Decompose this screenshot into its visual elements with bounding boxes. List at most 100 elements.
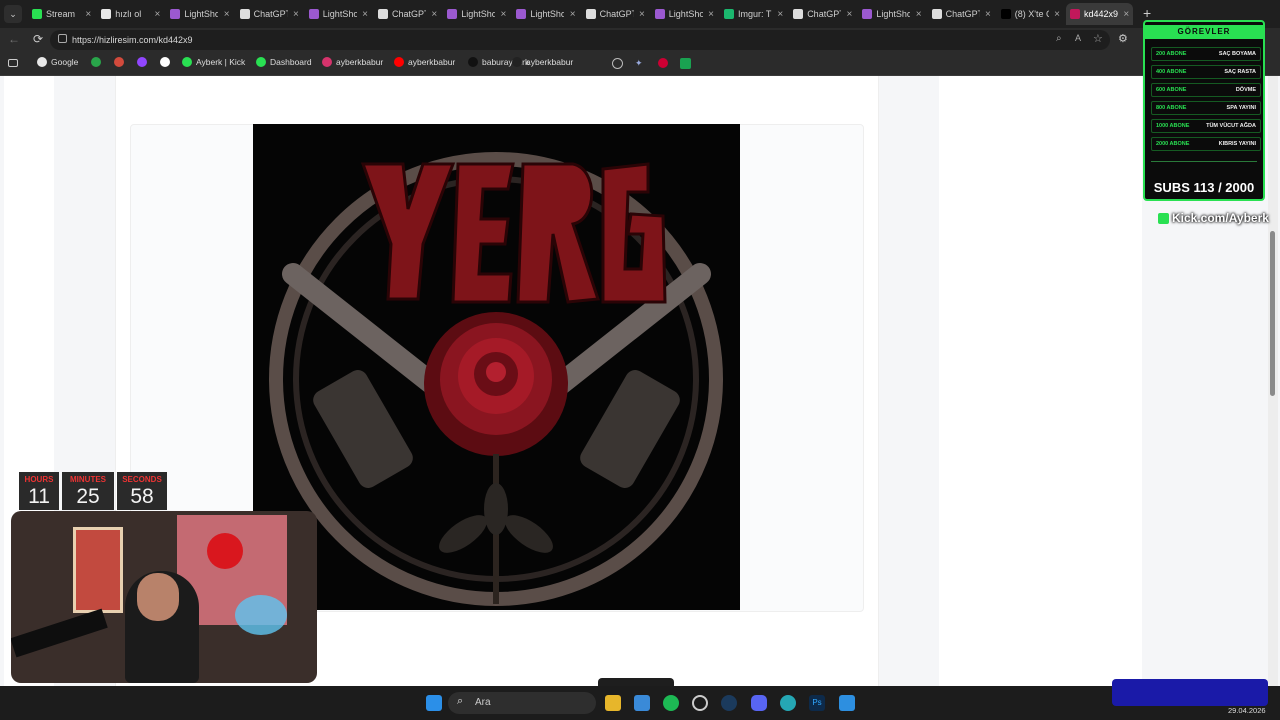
webcam-red-sun [207, 533, 243, 569]
bookmark-2[interactable] [114, 57, 128, 67]
goal-amount: 600 ABONE [1156, 87, 1187, 93]
back-icon[interactable]: ← [8, 32, 20, 46]
reload-icon[interactable]: ⟳ [33, 32, 43, 46]
tab-title: LightSho [530, 9, 565, 19]
bookmark-extra-3[interactable] [658, 58, 668, 68]
kick-icon [32, 9, 42, 19]
app-icon[interactable] [839, 695, 855, 711]
tab-0[interactable]: Stream × [28, 3, 95, 25]
tab-2[interactable]: LightSho × [166, 3, 233, 25]
bookmark-1[interactable] [91, 57, 105, 67]
bookmark-7[interactable]: ayberkbabur [322, 57, 383, 67]
bookmark-10[interactable]: ayberkbabur [512, 57, 573, 67]
goal-task: SAÇ BOYAMA [1218, 51, 1256, 57]
search-icon: ⌕ [457, 695, 464, 707]
tab-6[interactable]: LightSho × [443, 3, 510, 25]
timer-hours: HOURS 11 [19, 472, 59, 510]
bookmark-6[interactable]: Dashboard [256, 57, 312, 67]
close-icon[interactable]: × [847, 9, 853, 20]
goal-task: KIBRIS YAYINI [1218, 141, 1256, 147]
tray-notification [1112, 679, 1268, 706]
photoshop-icon[interactable]: Ps [809, 695, 825, 711]
uploaded-image[interactable] [253, 124, 740, 610]
tab-title: ChatGPT [253, 9, 288, 19]
tab-8[interactable]: ChatGPT × [582, 3, 649, 25]
lightshot-icon [170, 9, 181, 19]
bookmark-4[interactable] [160, 57, 174, 67]
close-icon[interactable]: × [985, 9, 991, 20]
tab-1[interactable]: hızlı ol × [97, 3, 164, 25]
close-icon[interactable]: × [85, 9, 91, 20]
scrollbar-thumb[interactable] [1270, 231, 1275, 396]
tab-9[interactable]: LightSho × [651, 3, 718, 25]
discord-icon[interactable] [751, 695, 767, 711]
sidebar-toggle-icon[interactable] [8, 59, 18, 67]
extensions-icon[interactable]: ⚙ [1118, 32, 1128, 45]
bookmark-8[interactable]: ayberkbabur [394, 57, 455, 67]
bookmark-3[interactable] [137, 57, 151, 67]
scrollbar[interactable] [1268, 76, 1278, 686]
lightshot-icon [308, 9, 319, 19]
tab-title: Imgur: Th [738, 9, 772, 19]
start-button[interactable] [426, 695, 442, 711]
tab-search-button[interactable]: ⌄ [4, 5, 22, 23]
site-info-icon[interactable] [58, 34, 67, 43]
close-icon[interactable]: × [1123, 9, 1129, 20]
close-icon[interactable]: × [916, 9, 922, 20]
store-icon[interactable] [634, 695, 650, 711]
close-icon[interactable]: × [1054, 9, 1060, 20]
goal-task: SPA YAYINI [1226, 105, 1256, 111]
close-icon[interactable]: × [362, 9, 368, 20]
steam-icon[interactable] [721, 695, 737, 711]
tab-10[interactable]: Imgur: Th × [720, 3, 787, 25]
tab-title: LightSho [322, 9, 357, 19]
close-icon[interactable]: × [224, 9, 230, 20]
tab-12[interactable]: LightSho × [858, 3, 925, 25]
kick-handle-text: Kick.com/Ayberk [1172, 211, 1269, 225]
address-bar[interactable]: https://hizliresim.com/kd442x9 ⌕ A ☆ [50, 30, 1110, 50]
close-icon[interactable]: × [708, 9, 714, 20]
tab-11[interactable]: ChatGPT × [789, 3, 856, 25]
tab-title: LightSho [184, 9, 219, 19]
tab-7[interactable]: LightSho × [512, 3, 579, 25]
file-explorer-icon[interactable] [605, 695, 621, 711]
tab-3[interactable]: ChatGPT × [236, 3, 303, 25]
url-text: https://hizliresim.com/kd442x9 [72, 35, 193, 45]
bookmark-extra-1[interactable] [612, 58, 623, 69]
yerg-artwork [269, 152, 723, 606]
bookmark-0[interactable]: Google [37, 57, 78, 67]
new-tab-button[interactable]: + [1143, 5, 1151, 21]
taskbar-search[interactable]: ⌕ Ara [448, 692, 596, 714]
close-icon[interactable]: × [293, 9, 299, 20]
bookmark-extra-2[interactable]: ✦ [635, 58, 646, 69]
goals-overlay: GÖREVLER 200 ABONE SAÇ BOYAMA 400 ABONE SAÇ… [1143, 20, 1265, 201]
close-icon[interactable]: × [777, 9, 783, 20]
close-icon[interactable]: × [501, 9, 507, 20]
tab-title: LightSho [461, 9, 496, 19]
tab-5[interactable]: ChatGPT × [374, 3, 441, 25]
edge-icon[interactable] [780, 695, 796, 711]
clock-date[interactable]: 29.04.2026 [1228, 706, 1266, 715]
tab-14[interactable]: (8) X'te C × [997, 3, 1064, 25]
tab-4[interactable]: LightSho × [305, 3, 372, 25]
bookmark-extra-4[interactable] [680, 58, 691, 69]
webcam-microphone [11, 608, 108, 658]
bookmark-5[interactable]: Ayberk | Kick [182, 57, 245, 67]
tab-15[interactable]: kd442x9 × [1066, 3, 1134, 25]
close-icon[interactable]: × [155, 9, 161, 20]
tab-title: ChatGPT [945, 9, 980, 19]
spotify-icon[interactable] [663, 695, 679, 711]
read-aloud-icon[interactable]: A [1075, 33, 1081, 43]
goal-row: 400 ABONE SAÇ RASTA [1151, 65, 1261, 79]
settings-icon[interactable] [692, 695, 708, 711]
close-icon[interactable]: × [431, 9, 437, 20]
close-icon[interactable]: × [639, 9, 645, 20]
browser-toolbar: ← ⟳ https://hizliresim.com/kd442x9 ⌕ A ☆… [0, 28, 1280, 52]
goal-amount: 1000 ABONE [1156, 123, 1190, 129]
tab-13[interactable]: ChatGPT × [928, 3, 995, 25]
zoom-icon[interactable]: ⌕ [1056, 33, 1062, 44]
close-icon[interactable]: × [570, 9, 576, 20]
favorite-star-icon[interactable]: ☆ [1093, 32, 1103, 45]
tab-title: (8) X'te C [1014, 9, 1049, 19]
tiktok-icon [512, 57, 522, 67]
